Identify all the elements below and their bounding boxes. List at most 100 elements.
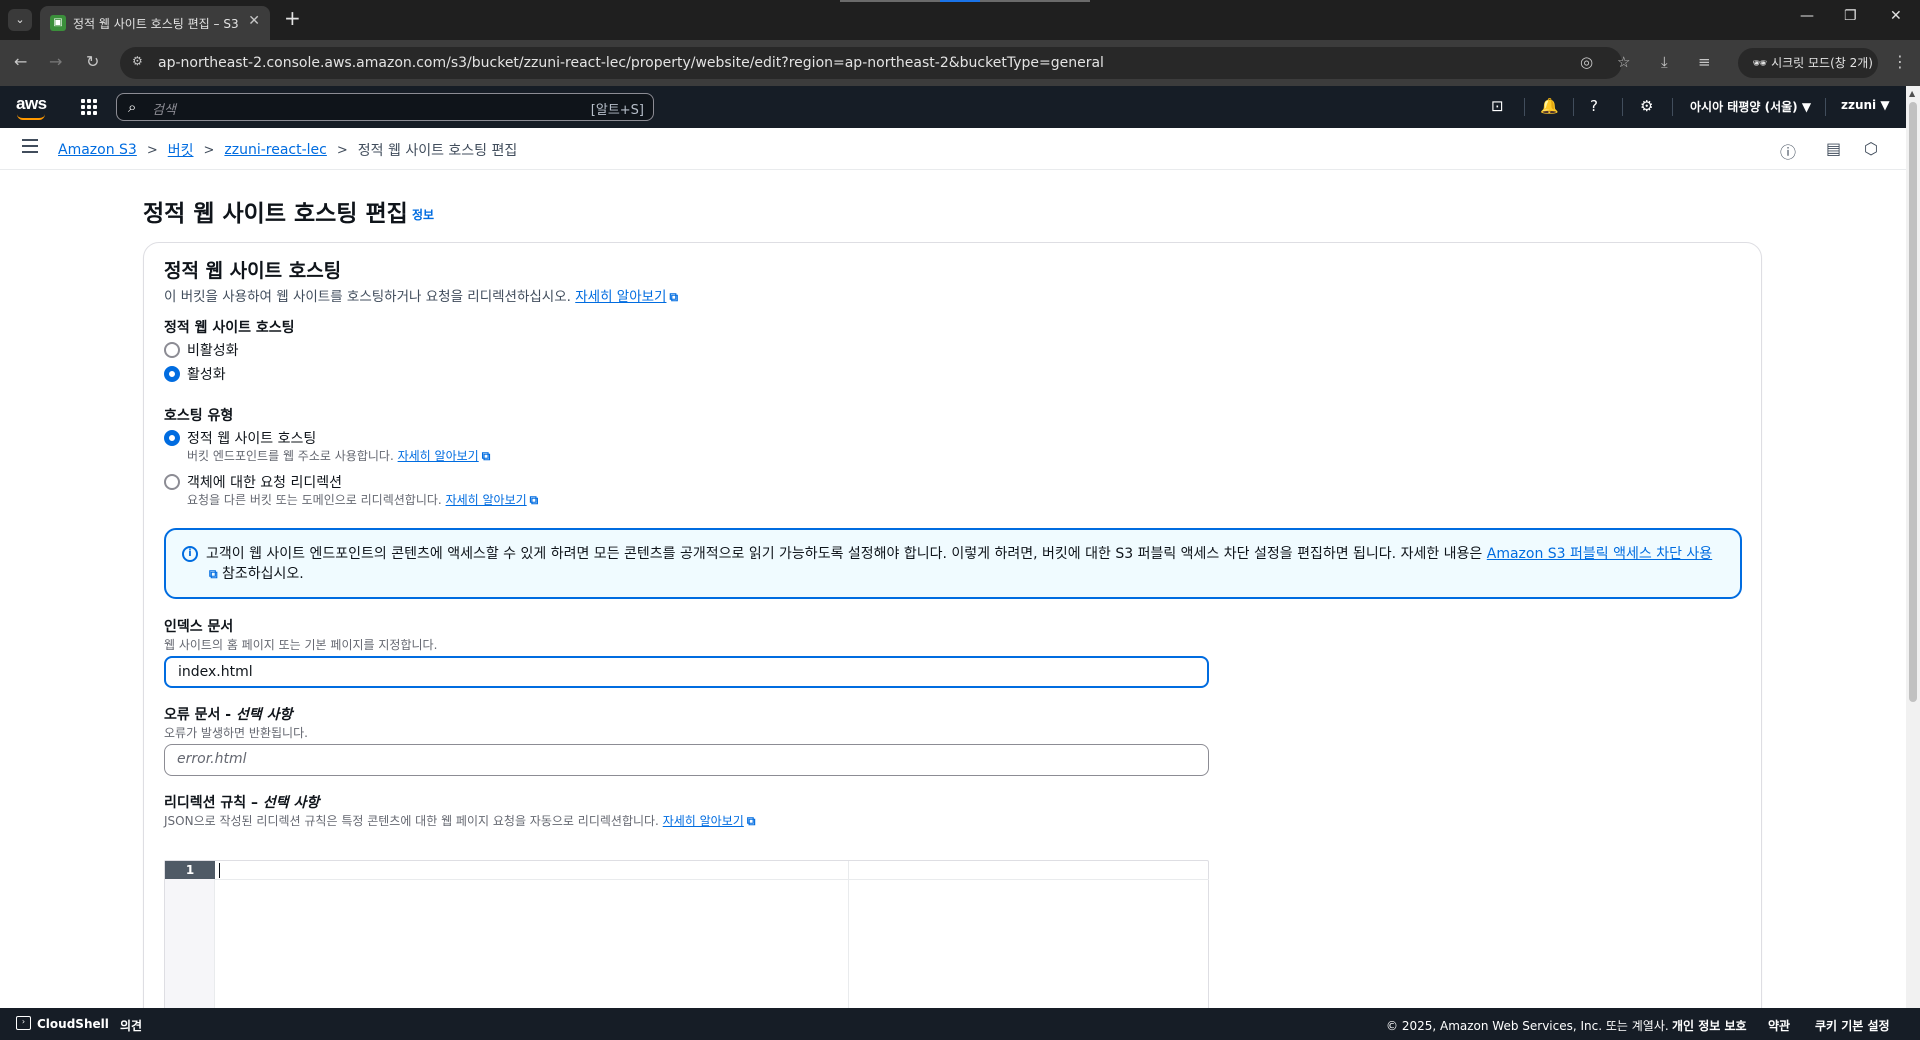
region-selector[interactable]: 아시아 태평양 (서울) ▼ [1690, 98, 1811, 115]
notifications-hexagon-icon[interactable]: ⬡ [1864, 139, 1878, 158]
info-panel-icon[interactable]: ⓘ [1780, 139, 1796, 163]
divider [1524, 98, 1525, 116]
radio-redirect-requests[interactable] [164, 474, 180, 490]
page-scrollbar[interactable]: ▲ [1906, 86, 1920, 1008]
reading-list-icon[interactable]: ≡ [1698, 53, 1711, 71]
forward-icon[interactable]: → [49, 52, 62, 72]
browser-menu-icon[interactable]: ⋮ [1892, 52, 1908, 71]
alert-text: 고객이 웹 사이트 엔드포인트의 콘텐츠에 액세스할 수 있게 하려면 모든 콘… [206, 544, 1722, 584]
minimize-icon[interactable]: — [1800, 8, 1814, 24]
external-link-icon: ⧉ [529, 493, 539, 507]
download-icon[interactable]: ⤓ [1661, 53, 1668, 71]
radio-enable[interactable] [164, 366, 180, 382]
cookie-preferences-link[interactable]: 쿠키 기본 설정 [1815, 1017, 1890, 1034]
strip-accent [980, 0, 1090, 2]
alert-text-after: 참조하십시오. [217, 566, 304, 582]
browser-tab-strip: ⌄ ▣ 정적 웹 사이트 호스팅 편집 – S3 ✕ + — ❐ ✕ [0, 0, 1920, 40]
static-hosting-description: 버킷 엔드포인트를 웹 주소로 사용합니다. 자세히 알아보기 ⧉ [187, 447, 490, 464]
radio-static-hosting-label[interactable]: 정적 웹 사이트 호스팅 [187, 428, 316, 448]
address-bar[interactable]: ⚙ ap-northeast-2.console.aws.amazon.com/… [120, 47, 1630, 79]
tab-title: 정적 웹 사이트 호스팅 편집 – S3 [73, 17, 239, 31]
error-doc-description: 오류가 발생하면 반환됩니다. [164, 726, 308, 740]
info-icon: i [182, 546, 198, 562]
incognito-indicator[interactable]: 🕶 시크릿 모드(창 2개) [1738, 48, 1878, 78]
breadcrumb-buckets[interactable]: 버킷 [168, 140, 194, 160]
help-icon[interactable]: ? [1590, 97, 1598, 115]
restore-icon[interactable]: ❐ [1844, 8, 1857, 24]
tab-search-button[interactable]: ⌄ [8, 9, 32, 31]
error-document-placeholder: error.html [177, 751, 247, 767]
page-title: 정적 웹 사이트 호스팅 편집 [143, 201, 408, 227]
index-document-input[interactable]: index.html [164, 656, 1209, 688]
tab-close-icon[interactable]: ✕ [248, 13, 260, 29]
window-close-icon[interactable]: ✕ [1890, 8, 1902, 24]
settings-gear-icon[interactable]: ⚙ [1640, 97, 1653, 115]
aws-logo[interactable]: aws [16, 94, 47, 114]
error-doc-label: 오류 문서 - 선택 사항 [164, 704, 292, 724]
side-panel-icon[interactable]: ▤ [1826, 139, 1841, 158]
services-grid-icon[interactable] [81, 99, 97, 115]
privacy-link[interactable]: 개인 정보 보호 [1672, 1017, 1747, 1034]
editor-print-margin [848, 861, 849, 1021]
incognito-label: 시크릿 모드(창 2개) [1771, 56, 1873, 70]
new-tab-button[interactable]: + [284, 8, 301, 28]
redirect-rules-learn-more-link[interactable]: 자세히 알아보기 [663, 814, 744, 828]
cloudshell-link[interactable]: CloudShell [37, 1017, 109, 1031]
index-document-value: index.html [178, 664, 253, 680]
external-link-icon: ⧉ [669, 290, 679, 304]
reload-icon[interactable]: ↻ [86, 52, 99, 72]
aws-search-input[interactable]: ⌕ 검색 [알트+S] [116, 93, 654, 121]
redirect-rules-label-text: 리디렉션 규칙 – [164, 795, 263, 811]
redirect-learn-more-link[interactable]: 자세히 알아보기 [446, 493, 527, 507]
aws-logo-smile [17, 114, 45, 120]
index-doc-description: 웹 사이트의 홈 페이지 또는 기본 페이지를 지정합니다. [164, 638, 438, 652]
redirect-rules-code-editor[interactable]: 1 [164, 860, 1209, 1021]
section-description-text: 이 버킷을 사용하여 웹 사이트를 호스팅하거나 요청을 리디렉션하십시오. [164, 289, 571, 305]
radio-disable[interactable] [164, 342, 180, 358]
url-text[interactable]: ap-northeast-2.console.aws.amazon.com/s3… [158, 55, 1104, 71]
redirect-rules-desc-text: JSON으로 작성된 리디렉션 규칙은 특정 콘텐츠에 대한 웹 페이지 요청을… [164, 814, 659, 828]
editor-caret [219, 863, 220, 878]
cloudshell-footer-icon[interactable]: › [16, 1016, 31, 1030]
scroll-up-arrow-icon[interactable]: ▲ [1909, 89, 1915, 98]
error-document-input[interactable]: error.html [164, 744, 1209, 776]
breadcrumb-bucket-name[interactable]: zzuni-react-lec [224, 142, 326, 158]
hosting-type-label: 호스팅 유형 [164, 408, 234, 424]
block-public-access-link[interactable]: Amazon S3 퍼블릭 액세스 차단 사용 [1487, 546, 1712, 562]
hosting-toggle-label: 정적 웹 사이트 호스팅 [164, 320, 295, 336]
breadcrumb: Amazon S3 > 버킷 > zzuni-react-lec > 정적 웹 … [58, 140, 517, 160]
divider [1825, 98, 1826, 116]
eye-off-icon[interactable]: ◎ [1580, 53, 1593, 71]
divider [1672, 98, 1673, 116]
error-doc-label-text: 오류 문서 - [164, 707, 236, 723]
browser-tab-active[interactable]: ▣ 정적 웹 사이트 호스팅 편집 – S3 ✕ [40, 6, 270, 40]
editor-active-line[interactable] [215, 861, 1209, 880]
site-info-icon[interactable]: ⚙ [132, 54, 148, 70]
bookmark-star-icon[interactable]: ☆ [1617, 53, 1630, 71]
radio-static-hosting[interactable] [164, 430, 180, 446]
feedback-link[interactable]: 의견 [120, 1017, 142, 1034]
terms-link[interactable]: 약관 [1768, 1017, 1790, 1034]
redirect-rules-description: JSON으로 작성된 리디렉션 규칙은 특정 콘텐츠에 대한 웹 페이지 요청을… [164, 812, 755, 829]
info-alert: i 고객이 웹 사이트 엔드포인트의 콘텐츠에 액세스할 수 있게 하려면 모든… [164, 528, 1742, 599]
breadcrumb-amazon-s3[interactable]: Amazon S3 [58, 142, 137, 158]
radio-redirect-requests-label[interactable]: 객체에 대한 요청 리디렉션 [187, 472, 342, 492]
chevron-right-icon: > [146, 142, 158, 158]
radio-disable-label[interactable]: 비활성화 [187, 340, 239, 360]
account-menu[interactable]: zzuni ▼ [1841, 98, 1890, 112]
line-number: 1 [165, 861, 215, 879]
redirect-requests-description: 요청을 다른 버킷 또는 도메인으로 리디렉션합니다. 자세히 알아보기 ⧉ [187, 491, 538, 508]
radio-enable-label[interactable]: 활성화 [187, 364, 226, 384]
side-nav-menu-icon[interactable] [22, 139, 38, 153]
redirect-desc-text: 요청을 다른 버킷 또는 도메인으로 리디렉션합니다. [187, 493, 442, 507]
scrollbar-thumb[interactable] [1909, 102, 1917, 702]
notifications-bell-icon[interactable]: 🔔 [1540, 97, 1559, 115]
back-icon[interactable]: ← [14, 52, 27, 72]
aws-top-nav: aws ⌕ 검색 [알트+S] ⊡ 🔔 ? ⚙ 아시아 태평양 (서울) ▼ z… [0, 86, 1906, 128]
static-hosting-learn-more-link[interactable]: 자세히 알아보기 [398, 449, 479, 463]
chevron-right-icon: > [336, 142, 348, 158]
breadcrumb-current: 정적 웹 사이트 호스팅 편집 [357, 143, 518, 159]
cloudshell-icon[interactable]: ⊡ [1491, 97, 1504, 115]
info-link[interactable]: 정보 [412, 206, 434, 223]
learn-more-link[interactable]: 자세히 알아보기 [575, 289, 666, 305]
